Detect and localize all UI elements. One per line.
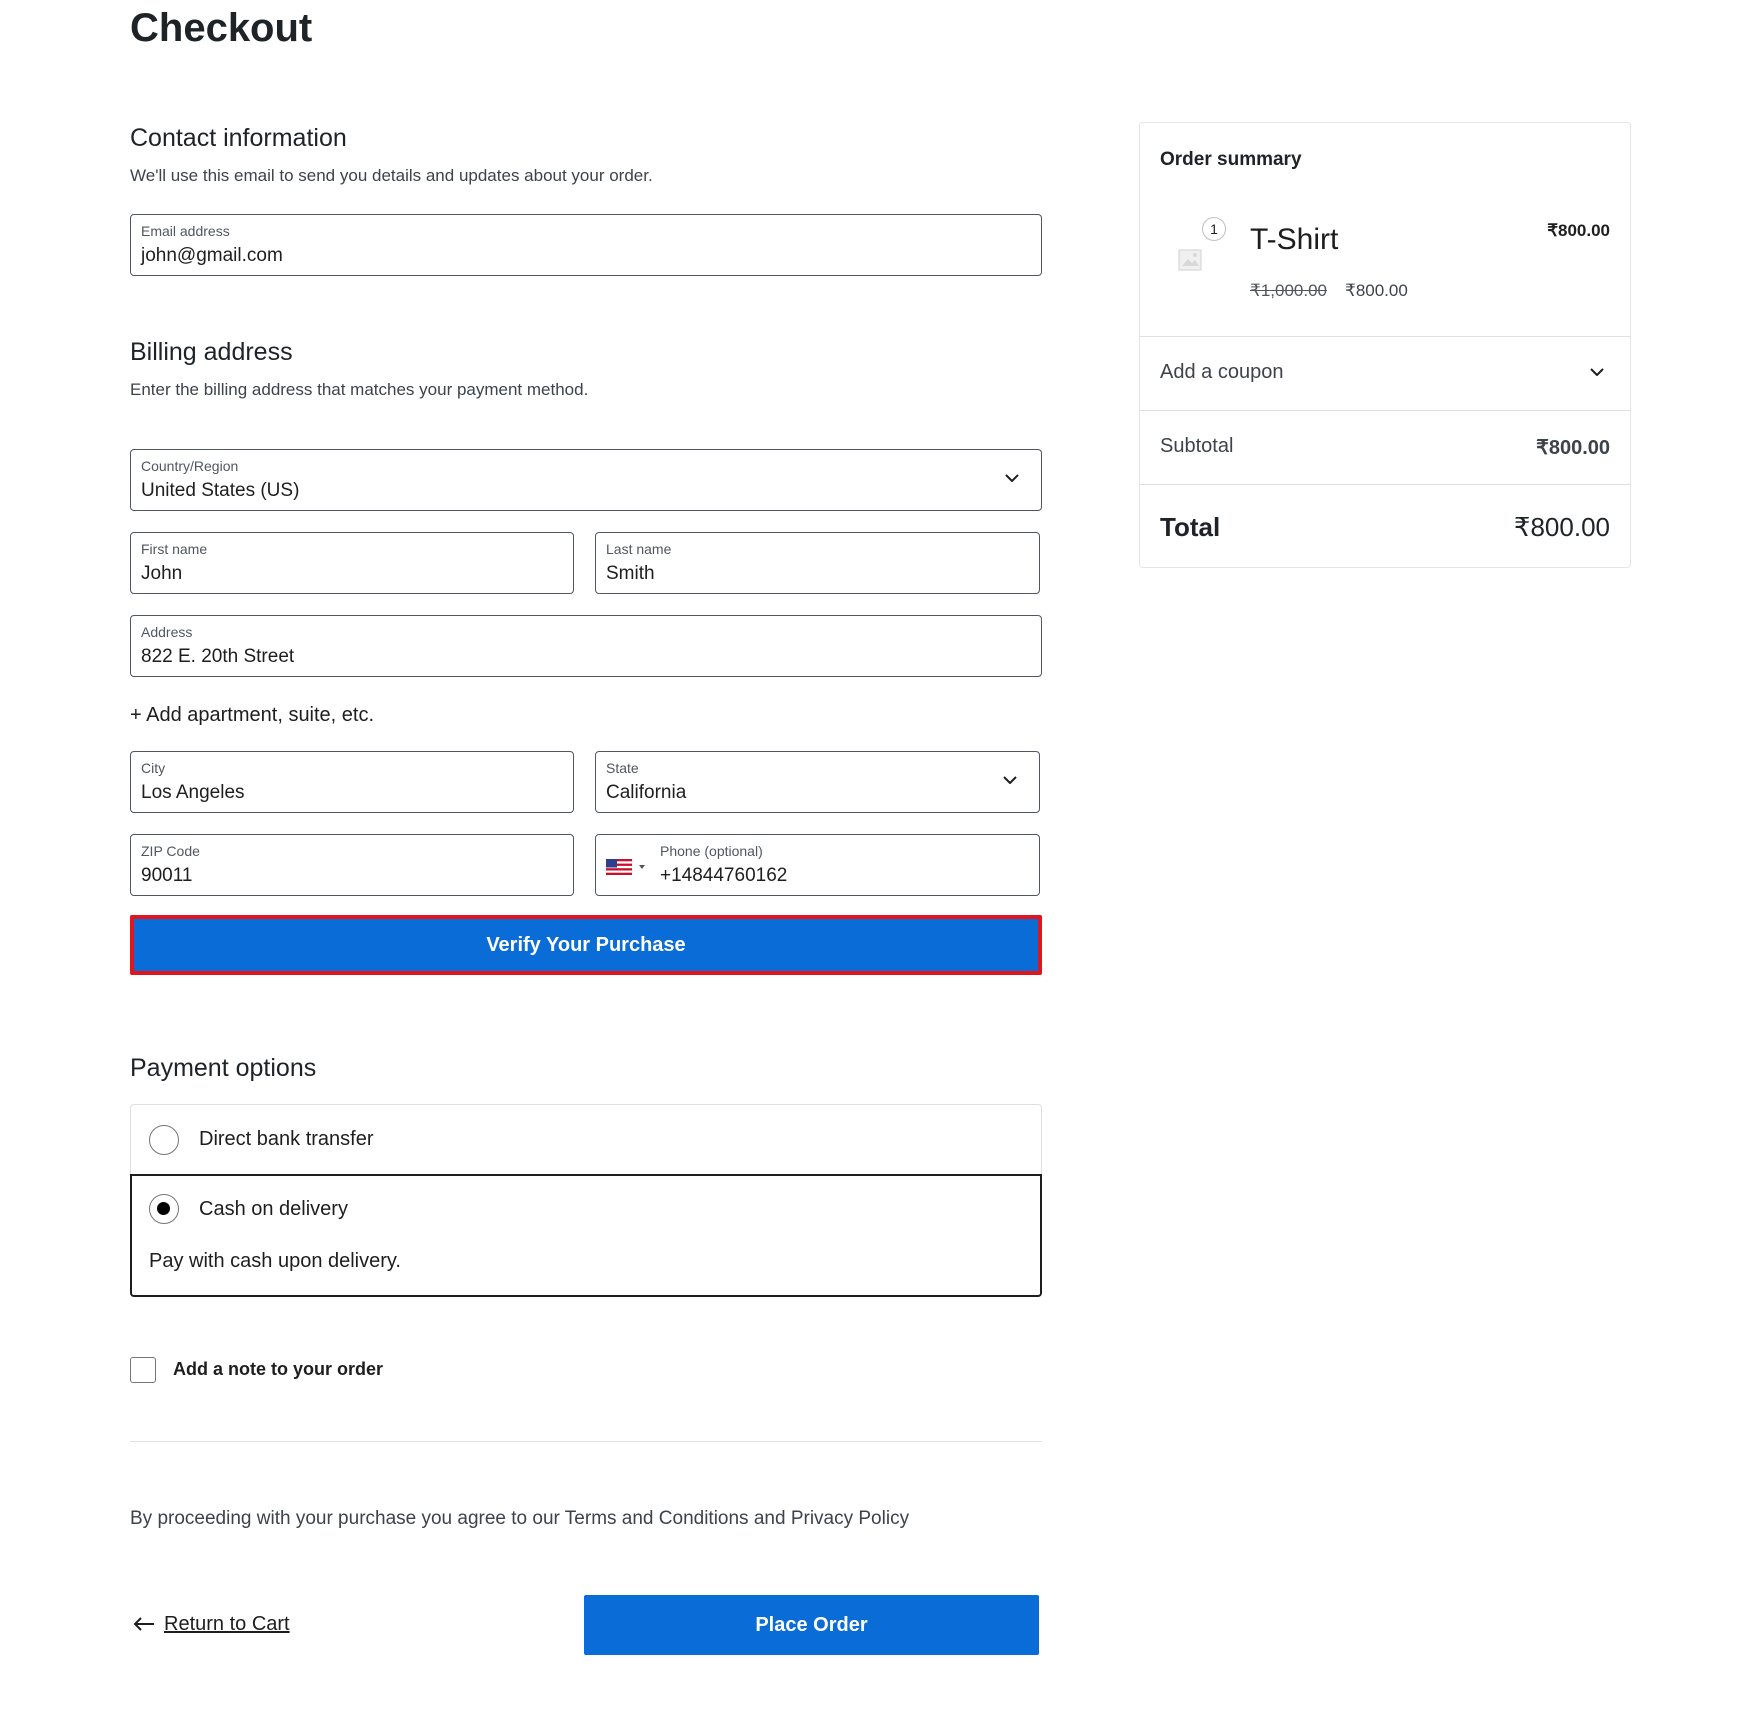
bank-transfer-label: Direct bank transfer <box>199 1128 374 1150</box>
country-value: United States (US) <box>141 480 300 501</box>
total-value: ₹800.00 <box>1513 512 1610 542</box>
product-image-placeholder-icon <box>1178 249 1202 271</box>
divider <box>1140 484 1630 485</box>
terms-text: By proceeding with your purchase you agr… <box>130 1508 910 1529</box>
chevron-down-icon <box>1590 368 1604 376</box>
coupon-label: Add a coupon <box>1160 361 1284 383</box>
chevron-down-icon <box>1005 474 1019 482</box>
bank-transfer-radio[interactable] <box>149 1125 179 1155</box>
contact-heading: Contact information <box>130 124 347 152</box>
us-flag-icon <box>605 858 645 876</box>
payment-option-bank-transfer[interactable]: Direct bank transfer <box>130 1104 1042 1174</box>
city-field[interactable]: City Los Angeles <box>130 751 574 813</box>
last-name-label: Last name <box>606 541 672 557</box>
email-field[interactable]: Email address john@gmail.com <box>130 214 1042 276</box>
email-label: Email address <box>141 223 230 239</box>
last-name-value: Smith <box>606 563 655 584</box>
email-value: john@gmail.com <box>141 245 283 266</box>
state-select[interactable]: State California <box>595 751 1040 813</box>
billing-heading: Billing address <box>130 338 293 366</box>
zip-label: ZIP Code <box>141 843 200 859</box>
order-summary-panel: Order summary 1 T-Shirt ₹800.00 ₹1,000.0… <box>1139 122 1631 568</box>
first-name-field[interactable]: First name John <box>130 532 574 594</box>
first-name-label: First name <box>141 541 208 557</box>
verify-purchase-button[interactable]: Verify Your Purchase <box>130 915 1042 975</box>
country-select[interactable]: Country/Region United States (US) <box>130 449 1042 511</box>
add-coupon-toggle[interactable]: Add a coupon <box>1140 337 1630 410</box>
zip-field[interactable]: ZIP Code 90011 <box>130 834 574 896</box>
order-note-checkbox[interactable] <box>130 1357 156 1383</box>
state-label: State <box>606 760 639 776</box>
return-to-cart-link[interactable]: Return to Cart <box>164 1613 290 1636</box>
cash-on-delivery-label: Cash on delivery <box>199 1198 348 1220</box>
line-total: ₹800.00 <box>1547 221 1610 240</box>
product-name: T-Shirt <box>1250 223 1339 256</box>
order-note-label[interactable]: Add a note to your order <box>173 1359 383 1380</box>
subtotal-label: Subtotal <box>1160 435 1234 457</box>
total-label: Total <box>1160 512 1221 542</box>
city-value: Los Angeles <box>141 782 245 803</box>
payment-heading: Payment options <box>130 1054 317 1082</box>
divider <box>130 1441 1042 1442</box>
phone-label: Phone (optional) <box>660 843 763 859</box>
billing-description: Enter the billing address that matches y… <box>130 380 589 399</box>
address-field[interactable]: Address 822 E. 20th Street <box>130 615 1042 677</box>
state-value: California <box>606 782 687 803</box>
quantity-badge: 1 <box>1202 217 1226 241</box>
country-label: Country/Region <box>141 458 239 474</box>
phone-value: +14844760162 <box>660 865 788 886</box>
page-title: Checkout <box>130 6 313 50</box>
chevron-down-icon <box>1003 776 1017 784</box>
first-name-value: John <box>141 563 183 584</box>
address-value: 822 E. 20th Street <box>141 646 295 667</box>
contact-description: We'll use this email to send you details… <box>130 166 653 185</box>
add-apartment-link[interactable]: + Add apartment, suite, etc. <box>130 704 374 727</box>
order-summary-heading: Order summary <box>1160 149 1302 170</box>
cash-on-delivery-description: Pay with cash upon delivery. <box>149 1250 401 1272</box>
city-label: City <box>141 760 166 776</box>
sale-price: ₹800.00 <box>1345 281 1408 300</box>
address-label: Address <box>141 624 193 640</box>
last-name-field[interactable]: Last name Smith <box>595 532 1040 594</box>
payment-option-cash-on-delivery[interactable]: Cash on delivery Pay with cash upon deli… <box>130 1174 1042 1297</box>
arrow-left-icon[interactable] <box>133 1616 155 1632</box>
place-order-button[interactable]: Place Order <box>584 1595 1039 1655</box>
original-price: ₹1,000.00 <box>1250 281 1327 300</box>
phone-field[interactable]: Phone (optional) +14844760162 <box>595 834 1040 896</box>
country-flag-selector[interactable] <box>605 858 650 880</box>
zip-value: 90011 <box>141 865 193 886</box>
divider <box>1140 410 1630 411</box>
cash-on-delivery-radio[interactable] <box>149 1194 179 1224</box>
subtotal-value: ₹800.00 <box>1536 437 1610 459</box>
